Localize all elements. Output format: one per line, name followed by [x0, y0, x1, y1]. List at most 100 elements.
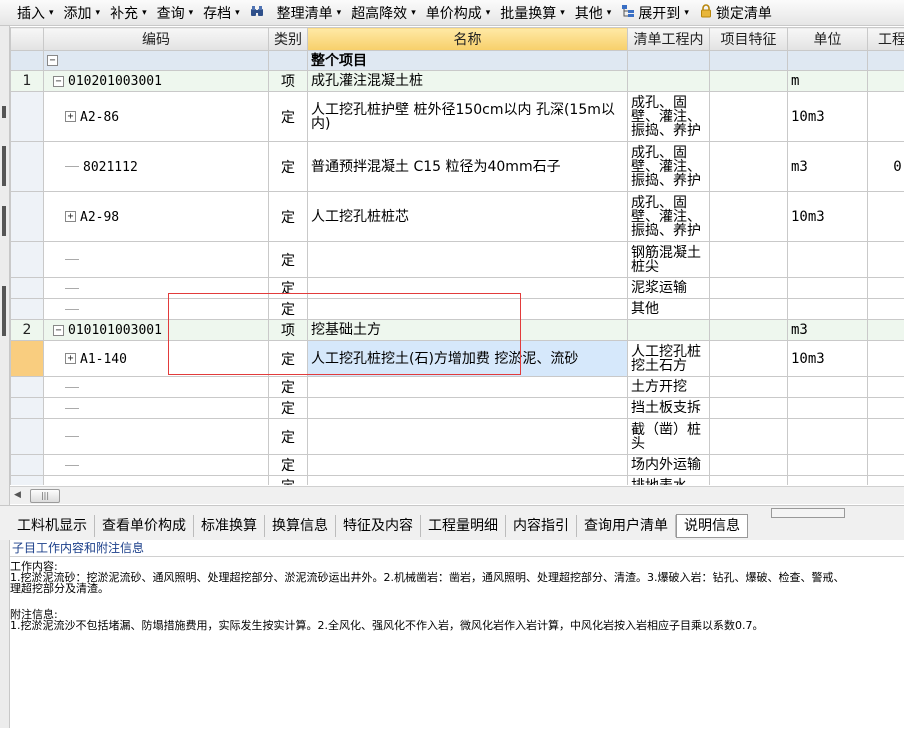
cell-unit[interactable]: 10m3: [788, 341, 868, 377]
cell-category[interactable]: 定: [269, 192, 308, 242]
cell-work-content[interactable]: [628, 51, 710, 71]
row-number[interactable]: 2: [11, 320, 44, 341]
cell-code[interactable]: [44, 398, 269, 419]
toolbar-10-button[interactable]: 其他▾: [570, 2, 617, 24]
table-row[interactable]: 定 土方开挖: [11, 377, 904, 398]
toolbar-3-button[interactable]: 查询▾: [152, 2, 199, 24]
header-name[interactable]: 名称: [308, 28, 628, 51]
tab-3[interactable]: 换算信息: [265, 515, 336, 537]
expand-icon[interactable]: +: [65, 211, 76, 222]
cell-category[interactable]: 定: [269, 242, 308, 278]
cell-category[interactable]: 定: [269, 142, 308, 192]
cell-quantity[interactable]: [868, 455, 904, 476]
tab-5[interactable]: 工程量明细: [421, 515, 506, 537]
expand-icon[interactable]: +: [65, 353, 76, 364]
cell-quantity[interactable]: [868, 192, 904, 242]
cell-feature[interactable]: [710, 192, 788, 242]
toolbar-4-button[interactable]: 存档▾: [198, 2, 245, 24]
tab-0[interactable]: 工料机显示: [10, 515, 95, 537]
row-number[interactable]: [11, 92, 44, 142]
cell-category[interactable]: 定: [269, 455, 308, 476]
cell-feature[interactable]: [710, 419, 788, 455]
table-row[interactable]: 定场内外运输: [11, 455, 904, 476]
cell-unit[interactable]: 10m3: [788, 192, 868, 242]
header-code[interactable]: 编码: [44, 28, 269, 51]
row-number[interactable]: [11, 398, 44, 419]
collapse-icon[interactable]: −: [53, 76, 64, 87]
cell-quantity[interactable]: [868, 398, 904, 419]
cell-category[interactable]: 项: [269, 71, 308, 92]
cell-unit[interactable]: [788, 278, 868, 299]
table-row[interactable]: 定截（凿）桩头: [11, 419, 904, 455]
cell-feature[interactable]: [710, 51, 788, 71]
cell-name[interactable]: [308, 377, 628, 398]
cell-name[interactable]: [308, 398, 628, 419]
cell-feature[interactable]: [710, 476, 788, 486]
table-row[interactable]: 定排地表水: [11, 476, 904, 486]
cell-unit[interactable]: m3: [788, 320, 868, 341]
cell-work-content[interactable]: [628, 71, 710, 92]
cell-quantity[interactable]: [868, 71, 904, 92]
table-row[interactable]: 定钢筋混凝土桩尖: [11, 242, 904, 278]
table-row[interactable]: +A2-86定人工挖孔桩护壁 桩外径150cm以内 孔深(15m以内)成孔、固壁…: [11, 92, 904, 142]
cell-quantity[interactable]: 0.27: [868, 142, 904, 192]
cell-feature[interactable]: [710, 320, 788, 341]
cell-name[interactable]: [308, 476, 628, 486]
row-number[interactable]: [11, 51, 44, 71]
cell-quantity[interactable]: 0.: [868, 341, 904, 377]
cell-feature[interactable]: [710, 299, 788, 320]
cell-name[interactable]: [308, 242, 628, 278]
cell-unit[interactable]: [788, 476, 868, 486]
header-unit[interactable]: 单位: [788, 28, 868, 51]
cell-feature[interactable]: [710, 71, 788, 92]
cell-quantity[interactable]: [868, 242, 904, 278]
cell-feature[interactable]: [710, 377, 788, 398]
row-number[interactable]: [11, 299, 44, 320]
row-number[interactable]: [11, 341, 44, 377]
row-number[interactable]: [11, 242, 44, 278]
cell-category[interactable]: [269, 51, 308, 71]
tab-7[interactable]: 查询用户清单: [577, 515, 676, 537]
toolbar-2-button[interactable]: 补充▾: [105, 2, 152, 24]
cell-quantity[interactable]: [868, 320, 904, 341]
cell-category[interactable]: 定: [269, 419, 308, 455]
tab-1[interactable]: 查看单价构成: [95, 515, 194, 537]
table-row[interactable]: −整个项目: [11, 51, 904, 71]
row-number[interactable]: [11, 278, 44, 299]
toolbar-8-button[interactable]: 单价构成▾: [421, 2, 496, 24]
cell-work-content[interactable]: 其他: [628, 299, 710, 320]
cell-unit[interactable]: 10m3: [788, 92, 868, 142]
tab-2[interactable]: 标准换算: [194, 515, 265, 537]
expand-icon[interactable]: +: [65, 111, 76, 122]
left-side-panel-strip[interactable]: [0, 26, 10, 728]
cell-category[interactable]: 定: [269, 398, 308, 419]
toolbar-1-button[interactable]: 添加▾: [59, 2, 106, 24]
cell-unit[interactable]: m: [788, 71, 868, 92]
cell-code[interactable]: [44, 242, 269, 278]
binoculars-button[interactable]: [245, 2, 272, 24]
cell-category[interactable]: 定: [269, 377, 308, 398]
row-number[interactable]: [11, 192, 44, 242]
cell-unit[interactable]: [788, 51, 868, 71]
cell-code[interactable]: +A2-86: [44, 92, 269, 142]
cell-work-content[interactable]: 土方开挖: [628, 377, 710, 398]
toolbar-12-button[interactable]: 锁定清单: [694, 2, 777, 24]
toolbar-6-button[interactable]: 整理清单▾: [272, 2, 347, 24]
toolbar-11-button[interactable]: 展开到▾: [616, 2, 694, 24]
cell-name[interactable]: 成孔灌注混凝土桩: [308, 71, 628, 92]
cell-work-content[interactable]: 泥浆运输: [628, 278, 710, 299]
horizontal-scrollbar[interactable]: ◀ |||: [10, 486, 904, 504]
row-number[interactable]: 1: [11, 71, 44, 92]
cell-unit[interactable]: [788, 299, 868, 320]
cell-work-content[interactable]: 成孔、固壁、灌注、振捣、养护: [628, 192, 710, 242]
cell-feature[interactable]: [710, 455, 788, 476]
toolbar-7-button[interactable]: 超高降效▾: [346, 2, 421, 24]
cell-category[interactable]: 定: [269, 476, 308, 486]
cell-quantity[interactable]: [868, 419, 904, 455]
table-row[interactable]: 定挡土板支拆: [11, 398, 904, 419]
table-row[interactable]: +A2-98定人工挖孔桩桩芯成孔、固壁、灌注、振捣、养护10m3: [11, 192, 904, 242]
cell-category[interactable]: 定: [269, 92, 308, 142]
cell-work-content[interactable]: [628, 320, 710, 341]
cell-unit[interactable]: [788, 398, 868, 419]
cell-code[interactable]: −: [44, 51, 269, 71]
